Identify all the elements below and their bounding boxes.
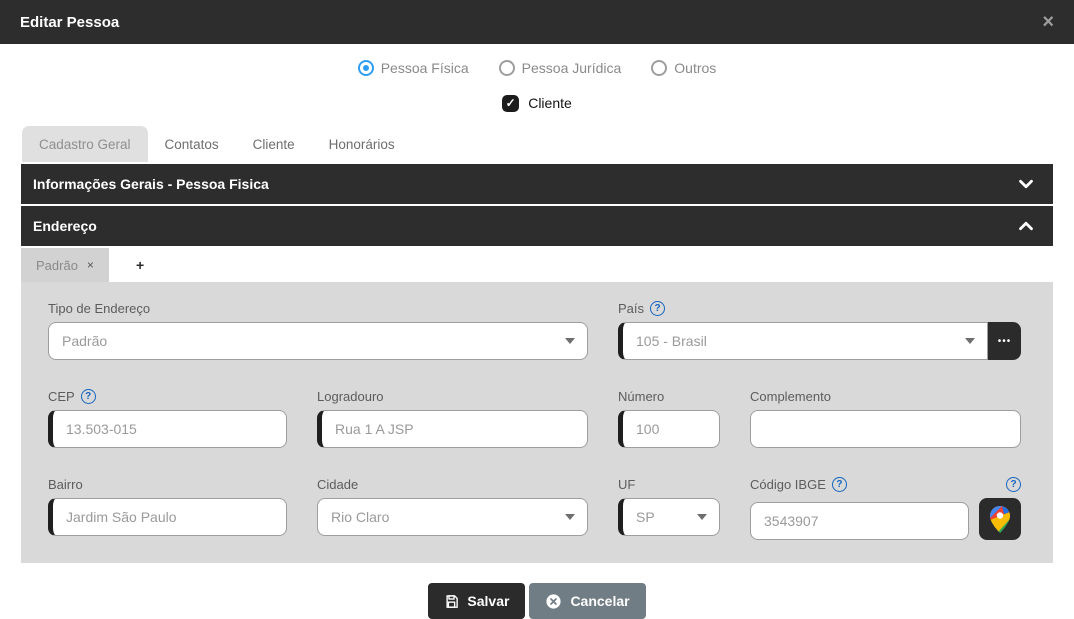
help-icon-map[interactable]: ? <box>1006 477 1021 492</box>
field-codigo-ibge: Código IBGE ? ? 3543907 <box>750 477 1021 540</box>
address-tabs: Padrão × + <box>21 248 1053 282</box>
field-pais: País ? 105 - Brasil ••• <box>618 301 1021 360</box>
ibge-label-row: Código IBGE ? ? <box>750 477 1021 492</box>
tipo-endereco-label: Tipo de Endereço <box>48 301 588 316</box>
form-row-1: Tipo de Endereço Padrão País ? 105 - Bra… <box>48 301 1027 360</box>
cidade-label: Cidade <box>317 477 588 492</box>
logradouro-label: Logradouro <box>317 389 588 404</box>
complemento-input[interactable] <box>750 410 1021 448</box>
numero-value: 100 <box>636 421 659 437</box>
address-tab-padrao[interactable]: Padrão × <box>21 248 109 282</box>
ibge-label-wrap: Código IBGE ? <box>750 477 847 492</box>
tipo-endereco-select[interactable]: Padrão <box>48 322 588 360</box>
tab-contatos[interactable]: Contatos <box>148 126 236 162</box>
complemento-label: Complemento <box>750 389 1021 404</box>
section-title: Informações Gerais - Pessoa Fisica <box>33 176 269 192</box>
form-row-3: Bairro Jardim São Paulo Cidade Rio Claro… <box>48 477 1027 540</box>
field-cep: CEP ? 13.503-015 <box>48 389 287 448</box>
save-button-label: Salvar <box>467 593 509 609</box>
help-icon[interactable]: ? <box>81 389 96 404</box>
help-icon[interactable]: ? <box>832 477 847 492</box>
field-cidade: Cidade Rio Claro <box>317 477 588 540</box>
tipo-endereco-value: Padrão <box>62 333 107 349</box>
accordion: Informações Gerais - Pessoa Fisica Ender… <box>21 164 1053 246</box>
form-row-2: CEP ? 13.503-015 Logradouro Rua 1 A JSP … <box>48 389 1027 448</box>
cep-input[interactable]: 13.503-015 <box>48 410 287 448</box>
section-endereco[interactable]: Endereço <box>21 206 1053 246</box>
footer-actions: Salvar Cancelar <box>0 583 1074 619</box>
cliente-checkbox-label: Cliente <box>528 95 572 111</box>
person-type-radio-group: Pessoa Física Pessoa Jurídica Outros <box>0 58 1074 78</box>
ibge-label: Código IBGE <box>750 477 826 492</box>
save-icon <box>444 594 459 609</box>
cidade-select[interactable]: Rio Claro <box>317 498 588 536</box>
uf-value: SP <box>636 509 655 525</box>
field-tipo-endereco: Tipo de Endereço Padrão <box>48 301 588 360</box>
google-maps-pin-icon <box>990 506 1010 533</box>
cep-value: 13.503-015 <box>66 421 137 437</box>
section-informacoes-gerais[interactable]: Informações Gerais - Pessoa Fisica <box>21 164 1053 204</box>
google-maps-button[interactable] <box>979 498 1021 540</box>
cliente-checkbox-row: ✓ Cliente <box>0 94 1074 112</box>
chevron-down-icon <box>697 514 707 520</box>
chevron-down-icon <box>965 338 975 344</box>
chevron-down-icon[interactable] <box>1015 173 1037 195</box>
pais-select[interactable]: 105 - Brasil <box>618 322 988 360</box>
close-tab-icon[interactable]: × <box>87 258 94 272</box>
ibge-value: 3543907 <box>764 513 819 529</box>
uf-select[interactable]: SP <box>618 498 720 536</box>
cidade-value: Rio Claro <box>331 509 389 525</box>
address-form-panel: Tipo de Endereço Padrão País ? 105 - Bra… <box>21 282 1053 563</box>
field-numero: Número 100 <box>618 389 720 448</box>
cep-label: CEP <box>48 389 75 404</box>
numero-input[interactable]: 100 <box>618 410 720 448</box>
cancel-button-label: Cancelar <box>570 593 629 609</box>
chevron-down-icon <box>565 338 575 344</box>
bairro-input[interactable]: Jardim São Paulo <box>48 498 287 536</box>
radio-pessoa-fisica[interactable]: Pessoa Física <box>358 60 469 76</box>
field-uf: UF SP <box>618 477 720 540</box>
cliente-checkbox[interactable]: ✓ <box>502 95 519 112</box>
help-icon[interactable]: ? <box>650 301 665 316</box>
tab-honorarios[interactable]: Honorários <box>312 126 412 162</box>
numero-label: Número <box>618 389 720 404</box>
field-bairro: Bairro Jardim São Paulo <box>48 477 287 540</box>
radio-pessoa-juridica[interactable]: Pessoa Jurídica <box>499 60 622 76</box>
main-tabs: Cadastro Geral Contatos Cliente Honorári… <box>22 126 1074 162</box>
field-complemento: Complemento <box>750 389 1021 448</box>
radio-label: Pessoa Física <box>381 60 469 76</box>
pais-label-row: País ? <box>618 301 1021 316</box>
bairro-label: Bairro <box>48 477 287 492</box>
bairro-value: Jardim São Paulo <box>66 509 177 525</box>
field-logradouro: Logradouro Rua 1 A JSP <box>317 389 588 448</box>
modal-header: Editar Pessoa × <box>0 0 1074 44</box>
cep-label-row: CEP ? <box>48 389 287 404</box>
pais-label: País <box>618 301 644 316</box>
more-options-button[interactable]: ••• <box>988 322 1021 360</box>
cancel-button[interactable]: Cancelar <box>529 583 645 619</box>
radio-unselected-icon[interactable] <box>651 60 667 76</box>
radio-selected-icon[interactable] <box>358 60 374 76</box>
add-address-tab-button[interactable]: + <box>119 248 161 282</box>
modal-title: Editar Pessoa <box>20 14 119 31</box>
uf-label: UF <box>618 477 720 492</box>
save-button[interactable]: Salvar <box>428 583 525 619</box>
radio-outros[interactable]: Outros <box>651 60 716 76</box>
tab-cliente[interactable]: Cliente <box>236 126 312 162</box>
logradouro-value: Rua 1 A JSP <box>335 421 414 437</box>
radio-unselected-icon[interactable] <box>499 60 515 76</box>
chevron-up-icon[interactable] <box>1015 215 1037 237</box>
pais-value: 105 - Brasil <box>636 333 707 349</box>
logradouro-input[interactable]: Rua 1 A JSP <box>317 410 588 448</box>
cancel-icon <box>545 593 562 610</box>
tab-cadastro-geral[interactable]: Cadastro Geral <box>22 126 148 162</box>
section-title: Endereço <box>33 218 97 234</box>
ibge-input[interactable]: 3543907 <box>750 502 969 540</box>
radio-label: Pessoa Jurídica <box>522 60 622 76</box>
address-tab-label: Padrão <box>36 258 78 273</box>
radio-label: Outros <box>674 60 716 76</box>
close-icon[interactable]: × <box>1042 12 1054 32</box>
chevron-down-icon <box>565 514 575 520</box>
